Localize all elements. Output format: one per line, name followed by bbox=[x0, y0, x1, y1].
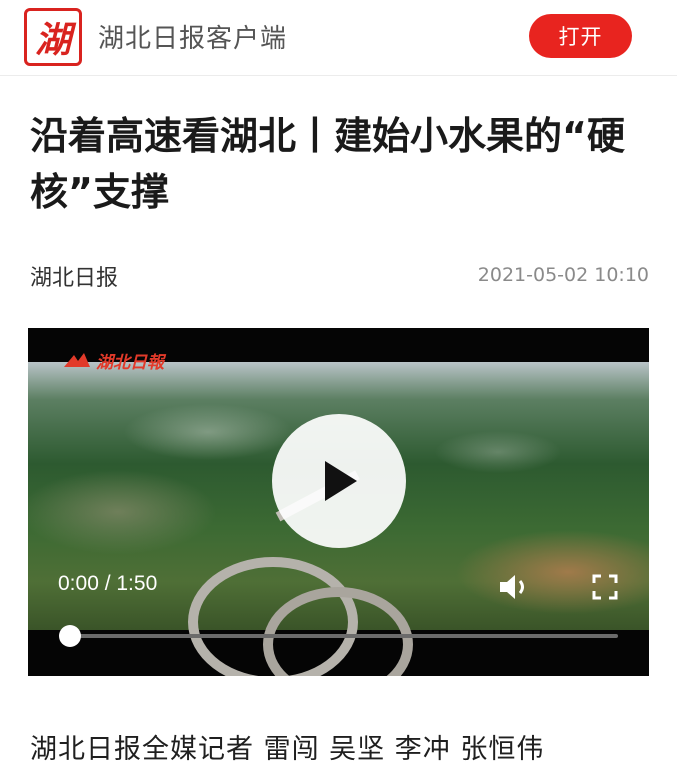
volume-button[interactable] bbox=[498, 572, 532, 606]
app-logo: 湖 bbox=[24, 8, 82, 66]
play-icon bbox=[325, 461, 357, 501]
video-logo-text: 湖北日報 bbox=[96, 353, 164, 373]
video-time: 0:00 / 1:50 bbox=[58, 572, 158, 595]
video-progress-bar[interactable] bbox=[68, 634, 618, 638]
app-banner: 湖 湖北日报客户端 打开 bbox=[0, 0, 677, 76]
video-player[interactable]: 湖北日報 0:00 / 1:50 bbox=[28, 328, 649, 676]
fullscreen-icon bbox=[592, 574, 618, 600]
play-button[interactable] bbox=[272, 414, 406, 548]
progress-handle[interactable] bbox=[59, 625, 81, 647]
paper-logo-icon bbox=[64, 352, 90, 367]
open-app-button[interactable]: 打开 bbox=[529, 14, 632, 58]
fullscreen-button[interactable] bbox=[592, 574, 618, 604]
app-name: 湖北日报客户端 bbox=[98, 24, 288, 54]
article-title: 沿着高速看湖北丨建始小水果的“硬核”支撑 bbox=[30, 114, 625, 214]
article-byline: 湖北日报全媒记者 雷闯 吴坚 李冲 张恒伟 bbox=[30, 734, 545, 765]
volume-icon bbox=[500, 575, 524, 599]
publish-date: 2021-05-02 10:10 bbox=[477, 264, 649, 286]
video-watermark-logo: 湖北日報 bbox=[62, 348, 164, 373]
article-source[interactable]: 湖北日报 bbox=[30, 260, 118, 292]
